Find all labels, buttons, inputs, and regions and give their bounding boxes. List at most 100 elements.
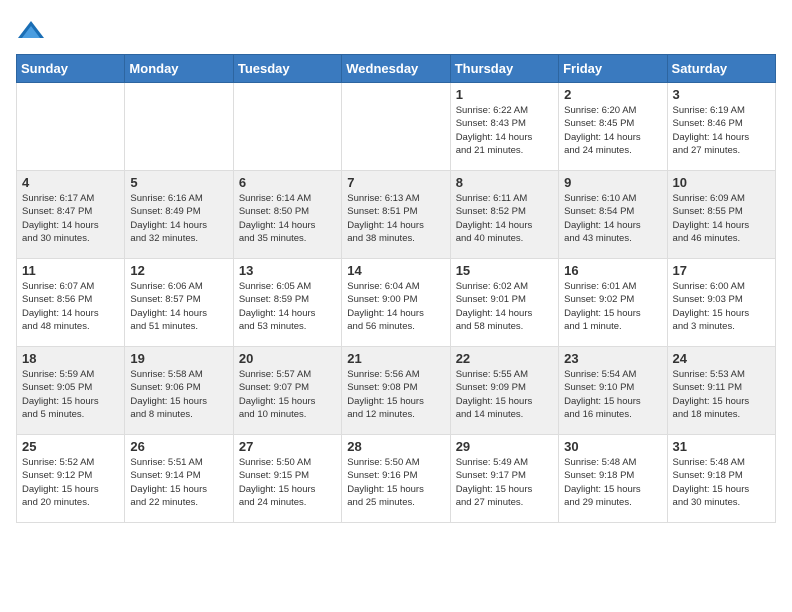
- day-info: Sunrise: 5:51 AM Sunset: 9:14 PM Dayligh…: [130, 456, 227, 509]
- day-number: 23: [564, 351, 661, 366]
- day-number: 11: [22, 263, 119, 278]
- day-number: 31: [673, 439, 770, 454]
- calendar-cell: 24 Sunrise: 5:53 AM Sunset: 9:11 PM Dayli…: [667, 347, 775, 435]
- day-number: 5: [130, 175, 227, 190]
- calendar-cell: [17, 83, 125, 171]
- calendar-cell: 6 Sunrise: 6:14 AM Sunset: 8:50 PM Daylig…: [233, 171, 341, 259]
- day-number: 2: [564, 87, 661, 102]
- day-number: 8: [456, 175, 553, 190]
- weekday-header-thursday: Thursday: [450, 55, 558, 83]
- day-number: 16: [564, 263, 661, 278]
- calendar-cell: 17Sunrise: 6:00 AM Sunset: 9:03 PM Dayli…: [667, 259, 775, 347]
- day-number: 25: [22, 439, 119, 454]
- calendar-cell: 21Sunrise: 5:56 AM Sunset: 9:08 PM Dayli…: [342, 347, 450, 435]
- calendar-week-row: 25 Sunrise: 5:52 AM Sunset: 9:12 PM Dayli…: [17, 435, 776, 523]
- day-info: Sunrise: 6:16 AM Sunset: 8:49 PM Dayligh…: [130, 192, 227, 245]
- day-info: Sunrise: 6:17 AM Sunset: 8:47 PM Dayligh…: [22, 192, 119, 245]
- day-info: Sunrise: 5:50 AM Sunset: 9:15 PM Dayligh…: [239, 456, 336, 509]
- day-number: 13: [239, 263, 336, 278]
- day-number: 26: [130, 439, 227, 454]
- day-info: Sunrise: 6:20 AM Sunset: 8:45 PM Dayligh…: [564, 104, 661, 157]
- day-info: Sunrise: 5:53 AM Sunset: 9:11 PM Dayligh…: [673, 368, 770, 421]
- day-info: Sunrise: 6:09 AM Sunset: 8:55 PM Dayligh…: [673, 192, 770, 245]
- day-info: Sunrise: 6:11 AM Sunset: 8:52 PM Dayligh…: [456, 192, 553, 245]
- weekday-header-monday: Monday: [125, 55, 233, 83]
- day-info: Sunrise: 5:55 AM Sunset: 9:09 PM Dayligh…: [456, 368, 553, 421]
- day-number: 24: [673, 351, 770, 366]
- day-info: Sunrise: 6:06 AM Sunset: 8:57 PM Dayligh…: [130, 280, 227, 333]
- day-number: 1: [456, 87, 553, 102]
- day-info: Sunrise: 5:54 AM Sunset: 9:10 PM Dayligh…: [564, 368, 661, 421]
- calendar-week-row: 1 Sunrise: 6:22 AM Sunset: 8:43 PM Daylig…: [17, 83, 776, 171]
- day-info: Sunrise: 6:01 AM Sunset: 9:02 PM Dayligh…: [564, 280, 661, 333]
- day-number: 18: [22, 351, 119, 366]
- calendar-cell: 9 Sunrise: 6:10 AM Sunset: 8:54 PM Daylig…: [559, 171, 667, 259]
- day-number: 14: [347, 263, 444, 278]
- calendar-cell: 18 Sunrise: 5:59 AM Sunset: 9:05 PM Dayli…: [17, 347, 125, 435]
- day-number: 6: [239, 175, 336, 190]
- weekday-header-saturday: Saturday: [667, 55, 775, 83]
- weekday-header-tuesday: Tuesday: [233, 55, 341, 83]
- weekday-header-friday: Friday: [559, 55, 667, 83]
- calendar-cell: 31 Sunrise: 5:48 AM Sunset: 9:18 PM Dayli…: [667, 435, 775, 523]
- calendar-cell: 20 Sunrise: 5:57 AM Sunset: 9:07 PM Dayli…: [233, 347, 341, 435]
- day-info: Sunrise: 5:59 AM Sunset: 9:05 PM Dayligh…: [22, 368, 119, 421]
- day-number: 15: [456, 263, 553, 278]
- day-info: Sunrise: 6:19 AM Sunset: 8:46 PM Dayligh…: [673, 104, 770, 157]
- calendar-cell: 13Sunrise: 6:05 AM Sunset: 8:59 PM Dayli…: [233, 259, 341, 347]
- logo-icon: [16, 16, 46, 46]
- calendar-cell: 28 Sunrise: 5:50 AM Sunset: 9:16 PM Dayli…: [342, 435, 450, 523]
- weekday-header-wednesday: Wednesday: [342, 55, 450, 83]
- day-number: 22: [456, 351, 553, 366]
- calendar-cell: 1 Sunrise: 6:22 AM Sunset: 8:43 PM Daylig…: [450, 83, 558, 171]
- day-info: Sunrise: 5:58 AM Sunset: 9:06 PM Dayligh…: [130, 368, 227, 421]
- weekday-header-sunday: Sunday: [17, 55, 125, 83]
- calendar-cell: 26 Sunrise: 5:51 AM Sunset: 9:14 PM Dayli…: [125, 435, 233, 523]
- calendar-cell: 12 Sunrise: 6:06 AM Sunset: 8:57 PM Dayli…: [125, 259, 233, 347]
- calendar-cell: 23 Sunrise: 5:54 AM Sunset: 9:10 PM Dayli…: [559, 347, 667, 435]
- day-number: 4: [22, 175, 119, 190]
- calendar-cell: 11Sunrise: 6:07 AM Sunset: 8:56 PM Dayli…: [17, 259, 125, 347]
- page-header: [16, 16, 776, 46]
- day-info: Sunrise: 6:13 AM Sunset: 8:51 PM Dayligh…: [347, 192, 444, 245]
- day-info: Sunrise: 6:22 AM Sunset: 8:43 PM Dayligh…: [456, 104, 553, 157]
- day-number: 3: [673, 87, 770, 102]
- calendar-cell: [125, 83, 233, 171]
- day-number: 7: [347, 175, 444, 190]
- day-number: 21: [347, 351, 444, 366]
- calendar-cell: 4 Sunrise: 6:17 AM Sunset: 8:47 PM Daylig…: [17, 171, 125, 259]
- weekday-header-row: SundayMondayTuesdayWednesdayThursdayFrid…: [17, 55, 776, 83]
- day-info: Sunrise: 5:48 AM Sunset: 9:18 PM Dayligh…: [564, 456, 661, 509]
- day-info: Sunrise: 5:50 AM Sunset: 9:16 PM Dayligh…: [347, 456, 444, 509]
- day-info: Sunrise: 5:52 AM Sunset: 9:12 PM Dayligh…: [22, 456, 119, 509]
- day-number: 29: [456, 439, 553, 454]
- day-number: 12: [130, 263, 227, 278]
- calendar-cell: 14 Sunrise: 6:04 AM Sunset: 9:00 PM Dayli…: [342, 259, 450, 347]
- day-info: Sunrise: 5:48 AM Sunset: 9:18 PM Dayligh…: [673, 456, 770, 509]
- calendar-cell: 5 Sunrise: 6:16 AM Sunset: 8:49 PM Daylig…: [125, 171, 233, 259]
- calendar-cell: 2 Sunrise: 6:20 AM Sunset: 8:45 PM Daylig…: [559, 83, 667, 171]
- calendar-cell: [233, 83, 341, 171]
- calendar-cell: 3 Sunrise: 6:19 AM Sunset: 8:46 PM Daylig…: [667, 83, 775, 171]
- day-number: 20: [239, 351, 336, 366]
- day-info: Sunrise: 6:14 AM Sunset: 8:50 PM Dayligh…: [239, 192, 336, 245]
- calendar-cell: 15Sunrise: 6:02 AM Sunset: 9:01 PM Dayli…: [450, 259, 558, 347]
- day-info: Sunrise: 5:57 AM Sunset: 9:07 PM Dayligh…: [239, 368, 336, 421]
- calendar-week-row: 4 Sunrise: 6:17 AM Sunset: 8:47 PM Daylig…: [17, 171, 776, 259]
- calendar-week-row: 18 Sunrise: 5:59 AM Sunset: 9:05 PM Dayli…: [17, 347, 776, 435]
- day-number: 27: [239, 439, 336, 454]
- calendar-cell: 19Sunrise: 5:58 AM Sunset: 9:06 PM Dayli…: [125, 347, 233, 435]
- day-info: Sunrise: 5:49 AM Sunset: 9:17 PM Dayligh…: [456, 456, 553, 509]
- day-info: Sunrise: 6:04 AM Sunset: 9:00 PM Dayligh…: [347, 280, 444, 333]
- calendar-cell: 16 Sunrise: 6:01 AM Sunset: 9:02 PM Dayli…: [559, 259, 667, 347]
- calendar-cell: 8 Sunrise: 6:11 AM Sunset: 8:52 PM Daylig…: [450, 171, 558, 259]
- calendar-cell: 29 Sunrise: 5:49 AM Sunset: 9:17 PM Dayli…: [450, 435, 558, 523]
- day-number: 17: [673, 263, 770, 278]
- day-number: 28: [347, 439, 444, 454]
- calendar-table: SundayMondayTuesdayWednesdayThursdayFrid…: [16, 54, 776, 523]
- day-number: 9: [564, 175, 661, 190]
- calendar-cell: 30Sunrise: 5:48 AM Sunset: 9:18 PM Dayli…: [559, 435, 667, 523]
- calendar-cell: 27 Sunrise: 5:50 AM Sunset: 9:15 PM Dayli…: [233, 435, 341, 523]
- calendar-cell: 25 Sunrise: 5:52 AM Sunset: 9:12 PM Dayli…: [17, 435, 125, 523]
- day-info: Sunrise: 6:10 AM Sunset: 8:54 PM Dayligh…: [564, 192, 661, 245]
